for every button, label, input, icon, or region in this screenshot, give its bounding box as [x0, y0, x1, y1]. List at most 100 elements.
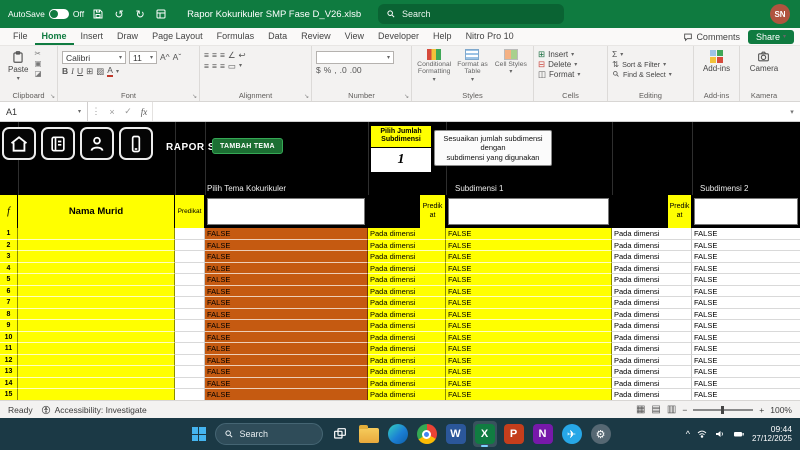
subdim1-dimensi-cell[interactable]: Pada dimensi	[368, 378, 446, 390]
wifi-icon[interactable]	[696, 428, 708, 440]
accounting-format-icon[interactable]: $	[316, 66, 321, 75]
insert-function-icon[interactable]: fx	[136, 107, 152, 117]
font-name-select[interactable]: Calibri▾	[62, 51, 126, 64]
subdim1-value-cell[interactable]: FALSE	[446, 263, 612, 275]
tab-formulas[interactable]: Formulas	[210, 28, 262, 45]
row-number[interactable]: 1	[0, 228, 18, 240]
subdim2-dimensi-cell[interactable]: Pada dimensi	[612, 332, 692, 344]
student-nav-button[interactable]	[80, 127, 114, 160]
subdimensi2-dropdown-box[interactable]	[694, 198, 798, 225]
tab-insert[interactable]: Insert	[74, 28, 111, 45]
subdim1-value-cell[interactable]: FALSE	[446, 228, 612, 240]
tab-view[interactable]: View	[338, 28, 371, 45]
subdim2-value-cell[interactable]: FALSE	[692, 366, 800, 378]
name-box[interactable]: A1 ▾	[0, 102, 88, 121]
subdim2-value-cell[interactable]: FALSE	[692, 274, 800, 286]
predikat-cell[interactable]	[175, 366, 205, 378]
bold-button[interactable]: B	[62, 67, 68, 76]
tambah-tema-button[interactable]: TAMBAH TEMA	[212, 138, 283, 154]
nama-murid-cell[interactable]	[18, 309, 175, 321]
subdim2-dimensi-cell[interactable]: Pada dimensi	[612, 274, 692, 286]
predikat-cell[interactable]	[175, 320, 205, 332]
nama-murid-cell[interactable]	[18, 320, 175, 332]
nama-murid-header[interactable]: Nama Murid	[18, 195, 175, 228]
subdim2-value-cell[interactable]: FALSE	[692, 240, 800, 252]
subdim2-dimensi-cell[interactable]: Pada dimensi	[612, 263, 692, 275]
predikat1-header[interactable]: Predikat	[420, 195, 446, 228]
subdim1-dimensi-cell[interactable]: Pada dimensi	[368, 309, 446, 321]
addins-button[interactable]: Add-ins	[699, 49, 734, 74]
formula-input[interactable]	[152, 102, 784, 121]
nama-murid-cell[interactable]	[18, 240, 175, 252]
save-icon[interactable]	[91, 7, 105, 21]
zoom-level[interactable]: 100%	[770, 405, 792, 415]
row-number[interactable]: 4	[0, 263, 18, 275]
row-number[interactable]: 8	[0, 309, 18, 321]
subdimensi1-dropdown-cell[interactable]	[446, 195, 612, 228]
percent-icon[interactable]: %	[324, 66, 332, 75]
orientation-icon[interactable]: ∠	[228, 51, 236, 60]
subdim1-dimensi-cell[interactable]: Pada dimensi	[368, 251, 446, 263]
camera-button[interactable]: Camera	[746, 49, 782, 74]
row-number[interactable]: 13	[0, 366, 18, 378]
quick-access-icon[interactable]	[154, 7, 168, 21]
subdim1-value-cell[interactable]: FALSE	[446, 286, 612, 298]
home-nav-button[interactable]	[2, 127, 36, 160]
subdim1-value-cell[interactable]: FALSE	[446, 343, 612, 355]
tema-cell[interactable]: FALSE	[205, 343, 368, 355]
row-number[interactable]: 11	[0, 343, 18, 355]
format-button[interactable]: ◫ Format▾	[538, 70, 603, 79]
tema-cell[interactable]: FALSE	[205, 355, 368, 367]
start-button[interactable]	[188, 423, 210, 445]
wrap-text-icon[interactable]: ↩	[239, 51, 246, 60]
increase-decimal-icon[interactable]: .00	[350, 66, 362, 75]
clock[interactable]: 09:44 27/12/2025	[752, 425, 792, 444]
row-number[interactable]: 15	[0, 389, 18, 400]
row-number[interactable]: 14	[0, 378, 18, 390]
taskbar-icon-word[interactable]: W	[444, 421, 468, 447]
tray-expand-icon[interactable]: ^	[686, 429, 690, 439]
tema-dropdown-box[interactable]	[207, 198, 365, 225]
row-number[interactable]: 9	[0, 320, 18, 332]
nama-murid-cell[interactable]	[18, 251, 175, 263]
align-top-icon[interactable]: ≡	[204, 51, 209, 60]
predikat-cell[interactable]	[175, 286, 205, 298]
tema-cell[interactable]: FALSE	[205, 309, 368, 321]
autosave-toggle[interactable]: AutoSave Off	[8, 9, 84, 19]
tema-cell[interactable]: FALSE	[205, 240, 368, 252]
number-column-header[interactable]: f	[0, 195, 18, 228]
subdim1-value-cell[interactable]: FALSE	[446, 251, 612, 263]
zoom-slider-thumb[interactable]	[721, 406, 724, 414]
find-select-button[interactable]: Find & Select▾	[612, 70, 689, 79]
normal-view-icon[interactable]: ▦	[636, 405, 645, 415]
page-break-view-icon[interactable]: ▥	[667, 405, 676, 415]
predikat-cell[interactable]	[175, 297, 205, 309]
tab-help[interactable]: Help	[426, 28, 459, 45]
subdim2-value-cell[interactable]: FALSE	[692, 320, 800, 332]
tema-cell[interactable]: FALSE	[205, 389, 368, 400]
tema-dropdown-cell[interactable]	[205, 195, 368, 228]
subdim2-value-cell[interactable]: FALSE	[692, 297, 800, 309]
taskbar-search[interactable]: Search	[215, 423, 323, 445]
subdim2-dimensi-cell[interactable]: Pada dimensi	[612, 309, 692, 321]
grow-font-icon[interactable]: A^	[160, 53, 170, 62]
subdim1-value-cell[interactable]: FALSE	[446, 332, 612, 344]
predikat-cell[interactable]	[175, 343, 205, 355]
taskbar-icon-onenote[interactable]: N	[531, 421, 555, 447]
row-number[interactable]: 6	[0, 286, 18, 298]
row-number[interactable]: 10	[0, 332, 18, 344]
volume-icon[interactable]	[714, 428, 726, 440]
tab-home[interactable]: Home	[35, 28, 74, 45]
subdim2-dimensi-cell[interactable]: Pada dimensi	[612, 228, 692, 240]
number-format-select[interactable]: ▾	[316, 51, 394, 64]
taskbar-icon-edge[interactable]	[386, 421, 410, 447]
subdim1-value-cell[interactable]: FALSE	[446, 297, 612, 309]
tema-cell[interactable]: FALSE	[205, 366, 368, 378]
nama-murid-cell[interactable]	[18, 286, 175, 298]
taskbar-icon-excel[interactable]: X	[473, 421, 497, 447]
share-button[interactable]: Share ▾	[748, 30, 794, 44]
align-right-icon[interactable]: ≡	[220, 62, 225, 71]
subdim2-value-cell[interactable]: FALSE	[692, 355, 800, 367]
shrink-font-icon[interactable]: Aˇ	[173, 53, 182, 62]
insert-button[interactable]: ⊞ Insert▾	[538, 50, 603, 59]
